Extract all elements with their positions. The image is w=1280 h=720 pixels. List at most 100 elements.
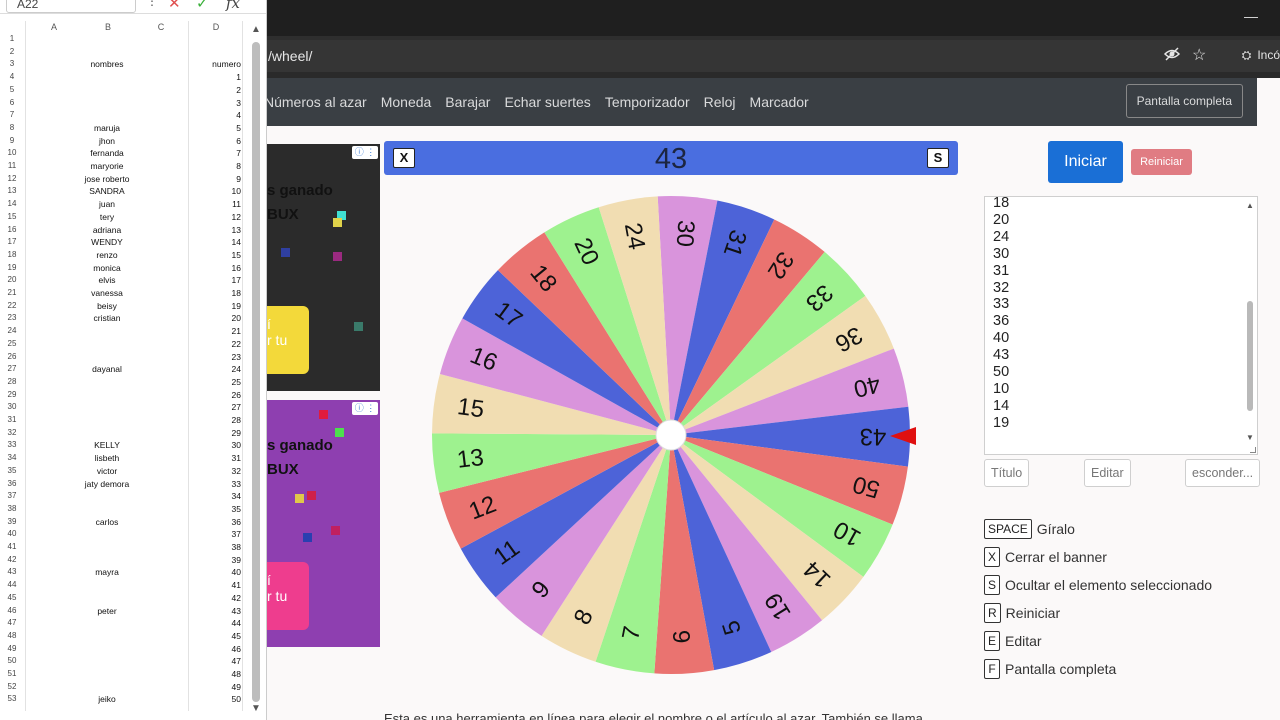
cell-nombre[interactable]: vanessa [26, 287, 188, 300]
cell-numero[interactable]: 31 [190, 452, 241, 465]
row-number[interactable]: 38 [0, 503, 24, 516]
row-number[interactable]: 14 [0, 198, 24, 211]
cell-numero[interactable]: 15 [190, 249, 241, 262]
cell-numero[interactable]: numero [190, 58, 241, 71]
title-button[interactable]: Título [984, 459, 1030, 487]
cell-numero[interactable]: 50 [190, 693, 241, 706]
row-number[interactable]: 35 [0, 465, 24, 478]
row-number[interactable]: 50 [0, 655, 24, 668]
cell-nombre[interactable]: jaty demora [26, 478, 188, 491]
entries-scrollbar[interactable]: ▲ ▼ [1245, 201, 1255, 448]
cell-numero[interactable]: 35 [190, 503, 241, 516]
scroll-down-icon[interactable]: ▼ [251, 703, 261, 714]
cell-numero[interactable]: 32 [190, 465, 241, 478]
cell-nombre[interactable]: peter [26, 605, 188, 618]
row-number[interactable]: 36 [0, 478, 24, 491]
cell-nombre[interactable]: carlos [26, 516, 188, 529]
cell-numero[interactable]: 43 [190, 605, 241, 618]
more-vert-icon[interactable]: ⋮ [146, 0, 158, 8]
cell-numero[interactable]: 23 [190, 351, 241, 364]
nav-link-barajar[interactable]: Barajar [445, 94, 490, 110]
row-number[interactable]: 40 [0, 528, 24, 541]
nav-link-temporizador[interactable]: Temporizador [605, 94, 690, 110]
scroll-thumb[interactable] [1247, 301, 1253, 411]
cell-numero[interactable]: 29 [190, 427, 241, 440]
scroll-up-icon[interactable]: ▲ [251, 24, 261, 35]
row-number[interactable]: 5 [0, 84, 24, 97]
spreadsheet-window[interactable]: A22 ⋮ ✕ ✓ fx A B C D 1 2 3 nombres numero 4 1 5… [0, 0, 267, 720]
cell-nombre[interactable]: monica [26, 262, 188, 275]
ad-info-icon[interactable]: ⓘ ⋮ [352, 402, 378, 415]
cell-numero[interactable]: 9 [190, 173, 241, 186]
row-number[interactable]: 33 [0, 439, 24, 452]
cell-numero[interactable]: 5 [190, 122, 241, 135]
row-number[interactable]: 30 [0, 401, 24, 414]
cell-numero[interactable]: 21 [190, 325, 241, 338]
row-number[interactable]: 28 [0, 376, 24, 389]
column-header[interactable]: A [26, 21, 82, 33]
ad-banner-2[interactable]: ⓘ ⋮ s ganado BUX í r tu [267, 400, 380, 647]
row-number[interactable]: 41 [0, 541, 24, 554]
cell-numero[interactable]: 1 [190, 71, 241, 84]
scroll-up-icon[interactable]: ▲ [1246, 201, 1254, 210]
cell-nombre[interactable]: victor [26, 465, 188, 478]
row-number[interactable]: 31 [0, 414, 24, 427]
cell-numero[interactable]: 34 [190, 490, 241, 503]
cell-nombre[interactable]: mayra [26, 566, 188, 579]
row-number[interactable]: 16 [0, 224, 24, 237]
row-number[interactable]: 9 [0, 135, 24, 148]
cell-numero[interactable]: 33 [190, 478, 241, 491]
incognito-indicator[interactable]: ⛭ Incó [1242, 48, 1280, 63]
function-icon[interactable]: fx [226, 0, 240, 12]
cell-nombre[interactable]: beisy [26, 300, 188, 313]
cell-nombre[interactable]: nombres [26, 58, 188, 71]
cell-nombre[interactable]: jhon [26, 135, 188, 148]
row-number[interactable]: 19 [0, 262, 24, 275]
row-number[interactable]: 53 [0, 693, 24, 706]
column-header[interactable]: B [82, 21, 134, 33]
cell-numero[interactable]: 26 [190, 389, 241, 402]
row-number[interactable]: 48 [0, 630, 24, 643]
cell-numero[interactable]: 40 [190, 566, 241, 579]
row-number[interactable]: 10 [0, 147, 24, 160]
row-number[interactable]: 26 [0, 351, 24, 364]
cell-numero[interactable]: 6 [190, 135, 241, 148]
bookmark-star-icon[interactable]: ☆ [1192, 45, 1206, 65]
row-number[interactable]: 17 [0, 236, 24, 249]
cell-numero[interactable]: 48 [190, 668, 241, 681]
scroll-thumb[interactable] [252, 42, 260, 702]
hide-selected-key[interactable]: S [927, 148, 949, 168]
cell-nombre[interactable]: WENDY [26, 236, 188, 249]
row-number[interactable]: 49 [0, 643, 24, 656]
row-number[interactable]: 4 [0, 71, 24, 84]
cell-numero[interactable]: 27 [190, 401, 241, 414]
cell-numero[interactable]: 19 [190, 300, 241, 313]
cell-numero[interactable]: 18 [190, 287, 241, 300]
cell-numero[interactable]: 46 [190, 643, 241, 656]
cell-numero[interactable]: 37 [190, 528, 241, 541]
cell-nombre[interactable]: adriana [26, 224, 188, 237]
nav-link-marcador[interactable]: Marcador [750, 94, 809, 110]
cell-numero[interactable]: 11 [190, 198, 241, 211]
ad-cta-button[interactable]: í r tu [267, 562, 309, 630]
column-header[interactable]: D [190, 21, 242, 33]
cell-nombre[interactable]: renzo [26, 249, 188, 262]
row-number[interactable]: 3 [0, 58, 24, 71]
cell-numero[interactable]: 13 [190, 224, 241, 237]
row-number[interactable]: 44 [0, 579, 24, 592]
cell-numero[interactable]: 8 [190, 160, 241, 173]
cell-numero[interactable]: 20 [190, 312, 241, 325]
row-number[interactable]: 15 [0, 211, 24, 224]
cell-numero[interactable]: 14 [190, 236, 241, 249]
cell-numero[interactable]: 2 [190, 84, 241, 97]
row-number[interactable]: 1 [0, 33, 24, 46]
cell-nombre[interactable]: jose roberto [26, 173, 188, 186]
cell-nombre[interactable]: juan [26, 198, 188, 211]
fullscreen-button[interactable]: Pantalla completa [1125, 84, 1243, 118]
url-text[interactable]: /wheel/ [268, 48, 312, 64]
row-number[interactable]: 20 [0, 274, 24, 287]
cell-numero[interactable]: 12 [190, 211, 241, 224]
cell-nombre[interactable]: elvis [26, 274, 188, 287]
cell-numero[interactable]: 49 [190, 681, 241, 694]
cell-nombre[interactable]: SANDRA [26, 185, 188, 198]
